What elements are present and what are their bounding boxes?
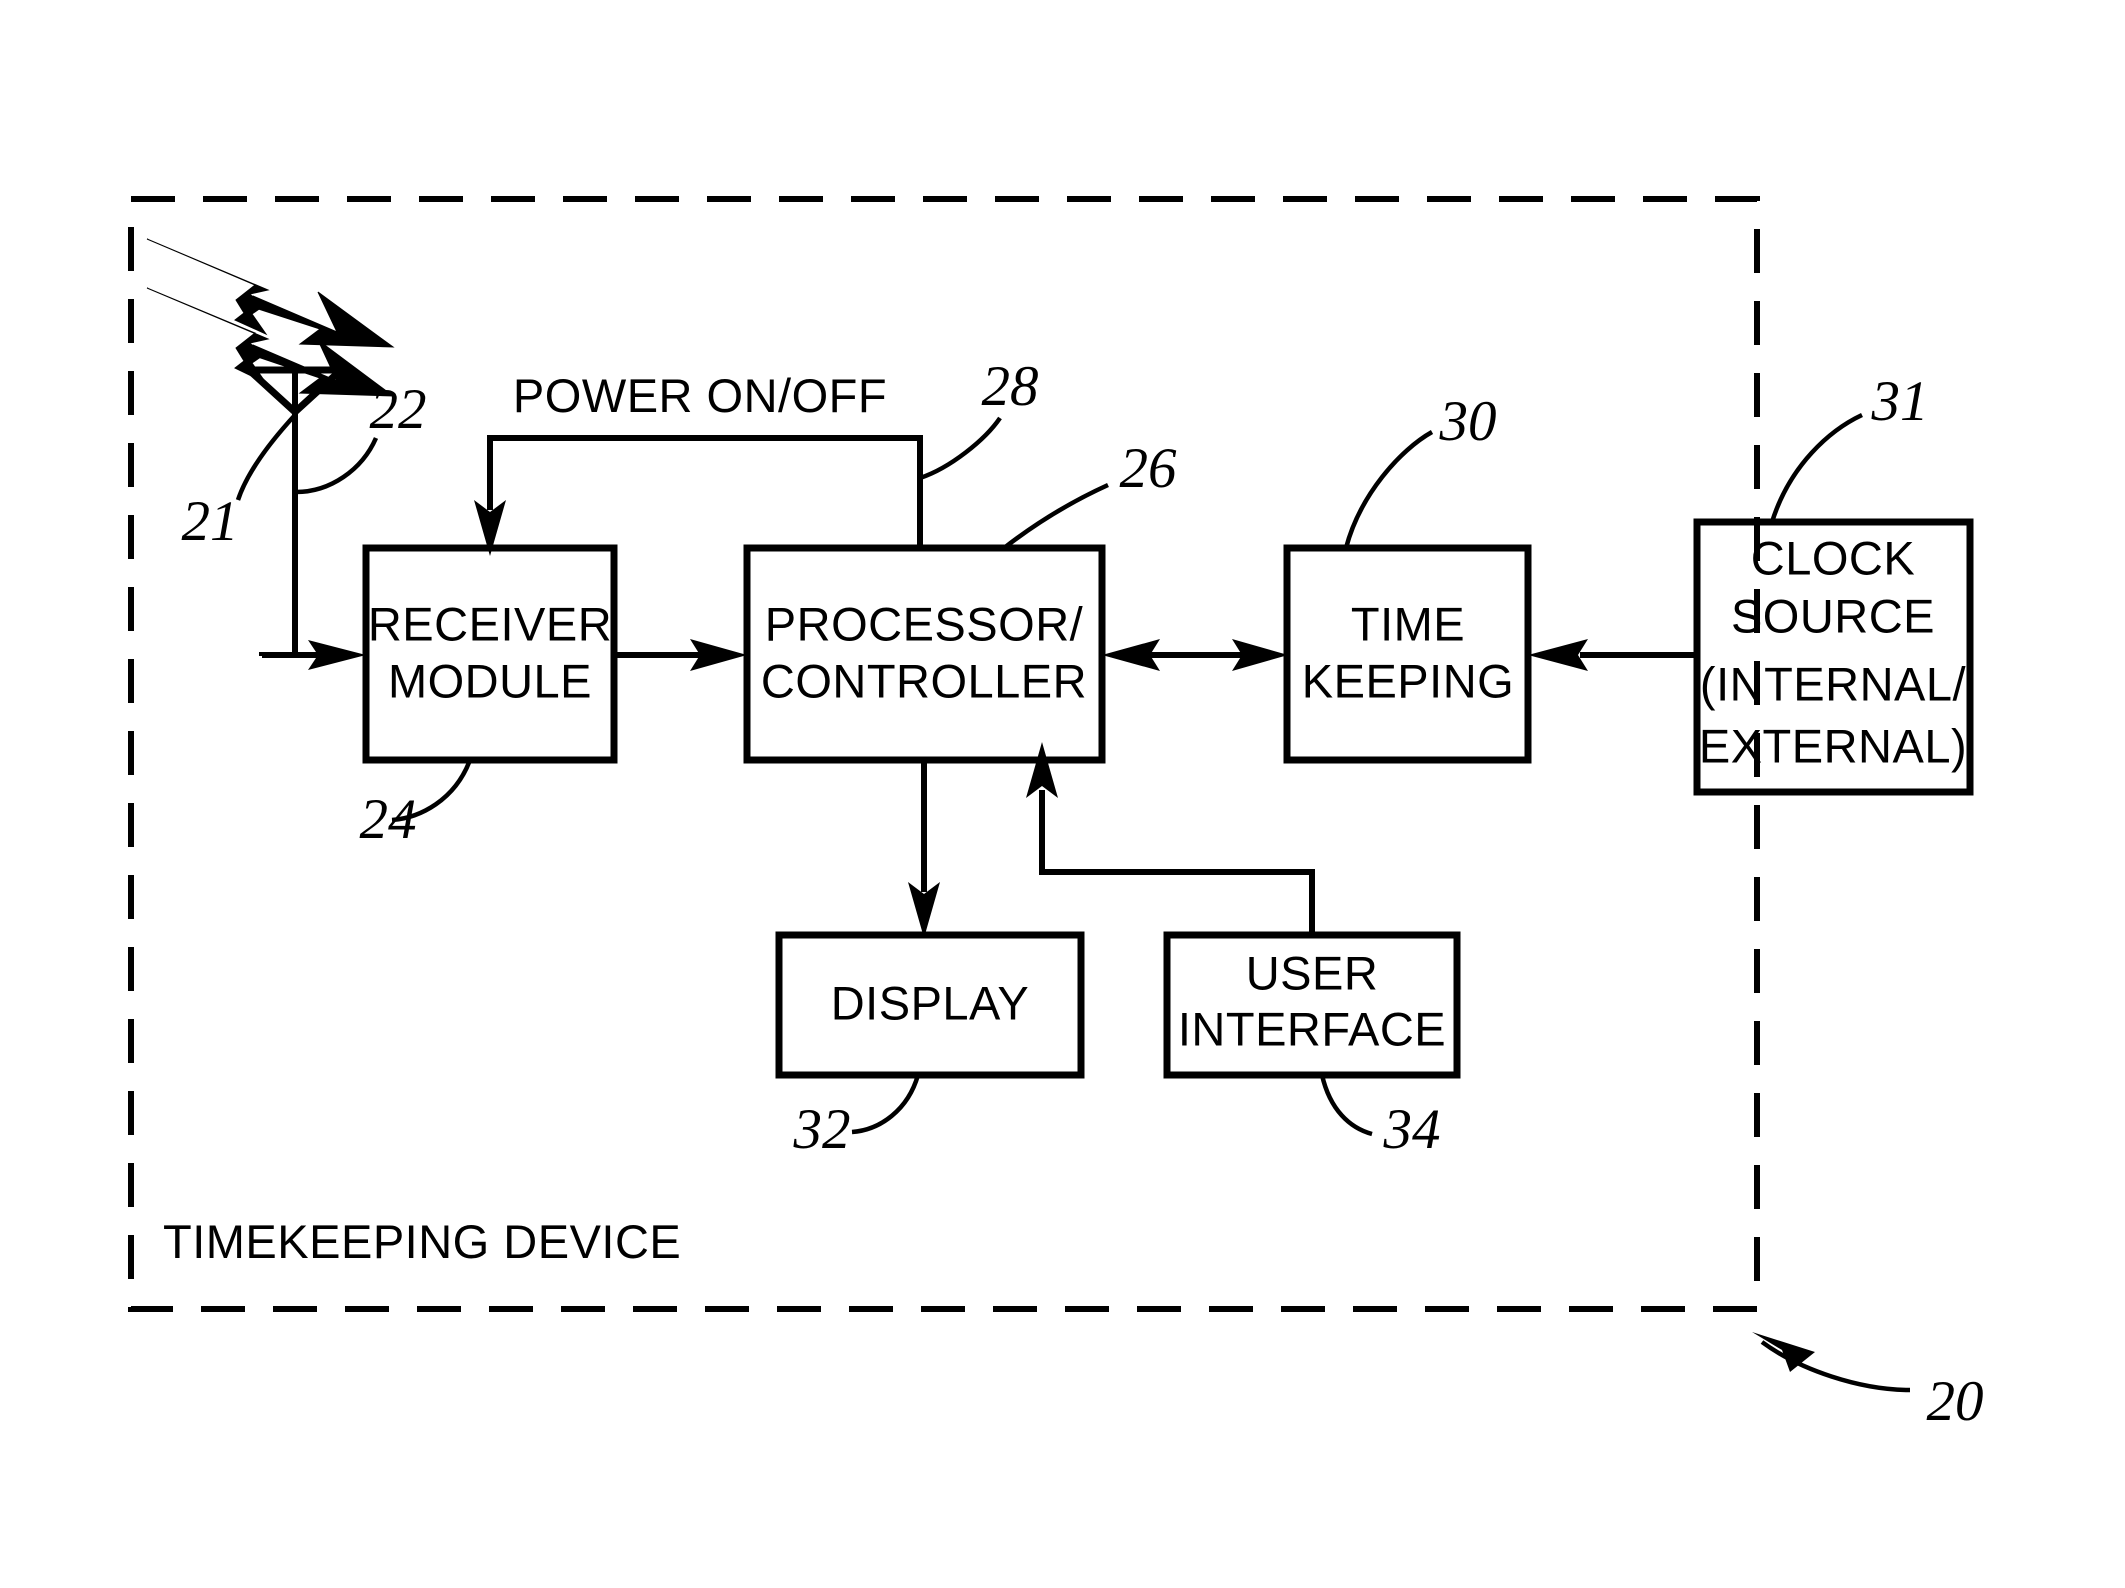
block-diagram: RECEIVER MODULE 24 PROCESSOR/ CONTROLLER… (128, 196, 1984, 1433)
ref-20-arrow (1752, 1332, 1911, 1393)
block-clock-source-label-line3: (INTERNAL/ (1700, 657, 1967, 710)
clocksource-to-timekeeping-arrow (1528, 639, 1697, 671)
timekeeping-device-boundary-rect (128, 196, 1760, 1312)
processor-timekeeping-bidirectional-arrow (1102, 639, 1288, 671)
ref-20: 20 (1927, 1370, 1984, 1433)
power-on-off-label: POWER ON/OFF (513, 369, 887, 422)
power-on-off-signal (474, 435, 923, 556)
block-receiver-module-label-line1: RECEIVER (368, 597, 612, 650)
userinterface-to-processor-arrow (1026, 742, 1315, 935)
ref-34: 34 (1383, 1098, 1441, 1161)
ref-32: 32 (793, 1098, 851, 1161)
ref-22: 22 (370, 378, 427, 441)
block-time-keeping-label-line2: KEEPING (1302, 654, 1514, 707)
block-display-label: DISPLAY (831, 976, 1030, 1029)
ref-32-leader (851, 1074, 921, 1135)
block-processor-controller-label-line2: CONTROLLER (761, 654, 1087, 707)
ref-28-leader (919, 416, 1002, 481)
ref-24: 24 (360, 788, 417, 851)
ref-28: 28 (982, 355, 1039, 418)
ref-31-leader (1769, 412, 1863, 523)
block-clock-source-label-line1: CLOCK (1751, 531, 1915, 584)
ref-26: 26 (1120, 437, 1178, 500)
block-receiver-module-label-line2: MODULE (388, 654, 592, 707)
ref-30-leader (1343, 430, 1434, 549)
block-user-interface-label-line2: INTERFACE (1178, 1002, 1446, 1055)
ref-21: 21 (182, 490, 239, 553)
block-clock-source-label-line2: SOURCE (1731, 589, 1935, 642)
patent-figure-page: RECEIVER MODULE 24 PROCESSOR/ CONTROLLER… (0, 0, 2125, 1588)
processor-to-display-arrow (908, 760, 940, 938)
ref-22-leader (295, 437, 379, 495)
ref-26-leader (1002, 482, 1109, 550)
ref-34-leader (1319, 1074, 1373, 1137)
block-processor-controller-label-line1: PROCESSOR/ (765, 597, 1084, 650)
block-clock-source-label-line4: EXTERNAL) (1699, 719, 1967, 772)
receiver-to-processor-arrow (614, 639, 747, 671)
block-user-interface-label-line1: USER (1246, 946, 1379, 999)
block-time-keeping-label-line1: TIME (1351, 597, 1465, 650)
ref-21-leader (235, 413, 297, 501)
ref-31: 31 (1871, 370, 1929, 433)
timekeeping-device-label: TIMEKEEPING DEVICE (163, 1215, 681, 1268)
ref-30: 30 (1439, 390, 1497, 453)
